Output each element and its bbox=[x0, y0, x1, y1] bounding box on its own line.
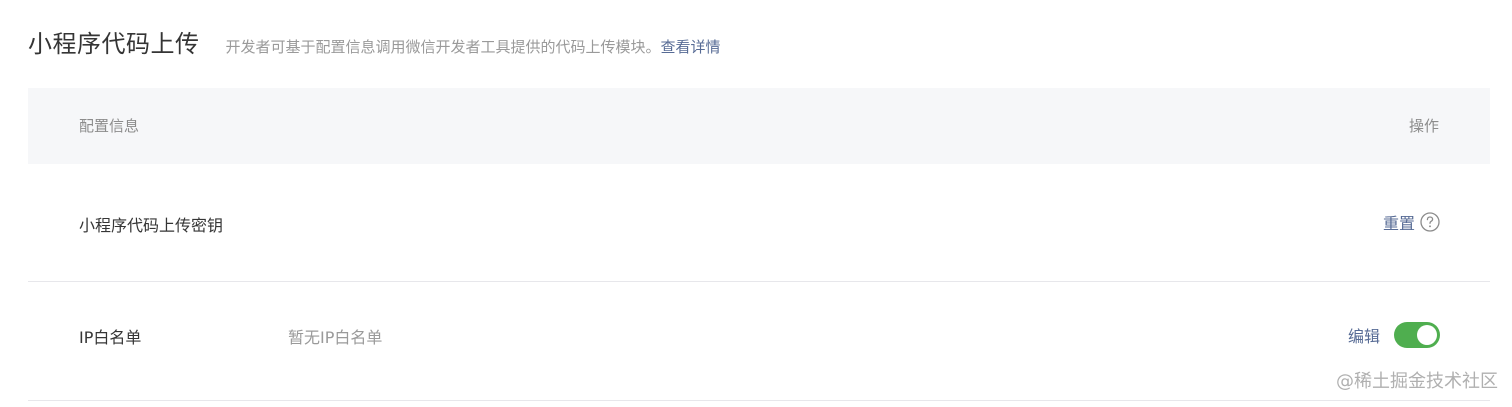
page: 小程序代码上传 开发者可基于配置信息调用微信开发者工具提供的代码上传模块。 查看… bbox=[0, 0, 1512, 407]
page-title: 小程序代码上传 bbox=[28, 30, 200, 58]
row-label: 小程序代码上传密钥 bbox=[79, 216, 224, 235]
view-details-link[interactable]: 查看详情 bbox=[661, 36, 721, 57]
toggle-knob bbox=[1417, 325, 1437, 345]
table-header: 配置信息 操作 bbox=[28, 88, 1490, 164]
edit-button[interactable]: 编辑 bbox=[1348, 323, 1380, 347]
row-label: IP白名单 bbox=[79, 328, 142, 347]
page-description: 开发者可基于配置信息调用微信开发者工具提供的代码上传模块。 bbox=[225, 38, 661, 56]
ip-whitelist-toggle[interactable] bbox=[1394, 322, 1440, 348]
row-value: 暂无IP白名单 bbox=[288, 328, 383, 347]
watermark: @稀土掘金技术社区 bbox=[1336, 371, 1498, 392]
row-actions: 重置 bbox=[1383, 210, 1440, 234]
table-row-upload-key: 小程序代码上传密钥 重置 bbox=[28, 164, 1490, 282]
page-header: 小程序代码上传 开发者可基于配置信息调用微信开发者工具提供的代码上传模块。 查看… bbox=[28, 24, 721, 59]
reset-button[interactable]: 重置 bbox=[1383, 210, 1415, 234]
help-icon[interactable] bbox=[1420, 212, 1440, 232]
column-header-config: 配置信息 bbox=[79, 117, 140, 135]
column-header-action: 操作 bbox=[1408, 117, 1439, 135]
table-row-ip-whitelist: IP白名单 暂无IP白名单 编辑 bbox=[28, 282, 1490, 401]
row-actions: 编辑 bbox=[1348, 322, 1440, 348]
config-table: 配置信息 操作 小程序代码上传密钥 重置 IP白名单 暂无IP白名单 编辑 bbox=[28, 88, 1490, 401]
